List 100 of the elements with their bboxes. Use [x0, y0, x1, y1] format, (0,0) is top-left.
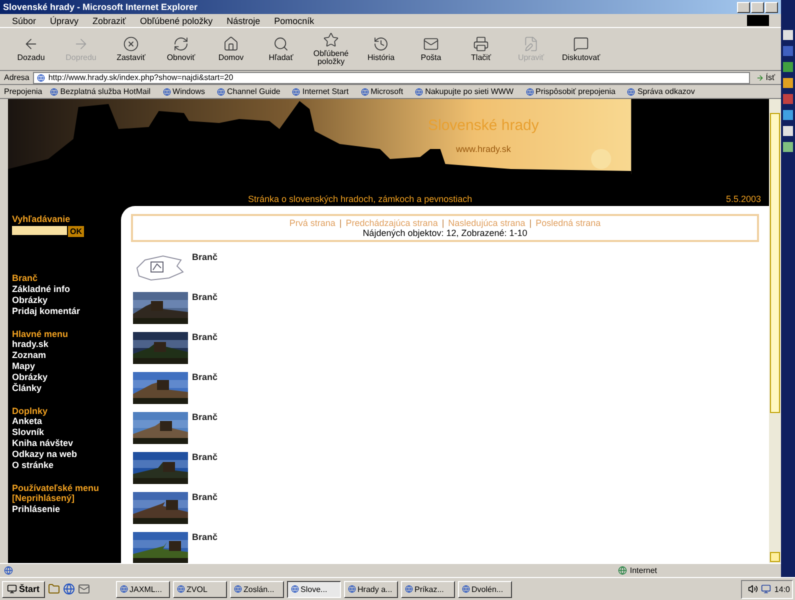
- sidebar-link[interactable]: Pridaj komentár: [12, 306, 117, 317]
- site-title: Slovenské hrady: [428, 117, 539, 134]
- search-field[interactable]: [12, 226, 67, 235]
- result-link[interactable]: Branč: [192, 252, 218, 262]
- menu-item[interactable]: Úpravy: [50, 16, 79, 26]
- taskbar-window[interactable]: Dvolén...: [458, 580, 512, 598]
- sidebar-link[interactable]: Anketa: [12, 416, 117, 427]
- result-link[interactable]: Branč: [192, 332, 218, 342]
- minimize-button[interactable]: [737, 2, 750, 12]
- menu-heading: Doplnky: [12, 406, 49, 416]
- menu-item[interactable]: Zobraziť: [92, 16, 126, 26]
- page-icon: [292, 88, 300, 96]
- address-label: Adresa: [4, 73, 30, 82]
- result-link[interactable]: Branč: [192, 492, 218, 502]
- window-icon: [290, 585, 299, 593]
- toolbar-button[interactable]: Zastaviť: [108, 30, 154, 68]
- page-icon: [37, 74, 46, 82]
- sidebar-link[interactable]: Obrázky: [12, 295, 117, 306]
- folder-icon[interactable]: [48, 583, 60, 595]
- sidebar-link[interactable]: O stránke: [12, 460, 117, 471]
- sidebar-link[interactable]: Branč: [12, 273, 117, 284]
- sidebar-link[interactable]: hrady.sk: [12, 339, 117, 350]
- toolbar-button[interactable]: Hľadať: [258, 30, 304, 68]
- page-icon: [216, 88, 225, 96]
- sidebar-link[interactable]: Zoznam: [12, 350, 117, 361]
- sidebar-link[interactable]: Základné info: [12, 284, 117, 295]
- menu-item[interactable]: Pomocník: [274, 16, 314, 26]
- maximize-button[interactable]: [751, 2, 764, 12]
- result-link[interactable]: Branč: [192, 292, 218, 302]
- window-icon: [462, 585, 470, 593]
- taskbar-window[interactable]: ZVOL: [172, 580, 227, 598]
- window-icon: [176, 585, 185, 593]
- link-button[interactable]: Bezplatná služba HotMail: [46, 87, 155, 96]
- taskbar-window[interactable]: Slove...: [286, 580, 341, 598]
- star-icon: [323, 32, 339, 48]
- link-button[interactable]: Microsoft: [356, 87, 408, 96]
- result-link[interactable]: Branč: [192, 372, 218, 382]
- globe-icon: [618, 566, 627, 575]
- result-link[interactable]: Branč: [192, 412, 218, 422]
- refresh-icon: [173, 36, 189, 52]
- sidebar-link[interactable]: Odkazy na web: [12, 449, 117, 460]
- forward-arrow-icon: [73, 36, 89, 52]
- toolbar-button[interactable]: Diskutovať: [558, 30, 604, 68]
- toolbar-button[interactable]: Tlačiť: [458, 30, 504, 68]
- menu-heading: Používateľské menu: [12, 483, 100, 493]
- link-button[interactable]: Správa odkazov: [623, 87, 699, 96]
- separator: |: [339, 218, 342, 228]
- taskbar-window[interactable]: JAXML...: [116, 580, 170, 598]
- menu-item[interactable]: Nástroje: [226, 16, 260, 26]
- sidebar-link[interactable]: Kniha návštev: [12, 438, 117, 449]
- speaker-icon[interactable]: [748, 584, 758, 594]
- sidebar-link[interactable]: [Neprihlásený]: [12, 493, 117, 504]
- window-icon: [348, 585, 356, 593]
- clock: 14:0: [774, 584, 790, 594]
- toolbar-button[interactable]: História: [358, 30, 404, 68]
- taskbar-window[interactable]: Zoslán...: [230, 580, 284, 598]
- link-button[interactable]: Prispôsobiť prepojenia: [522, 87, 620, 96]
- go-button[interactable]: Ísť: [754, 73, 777, 82]
- monitor-icon[interactable]: [761, 584, 772, 594]
- browser-icon[interactable]: [62, 583, 75, 595]
- page-icon: [360, 88, 369, 96]
- search-label: Vyhľadávanie: [12, 214, 72, 224]
- chat-icon: [573, 36, 589, 52]
- result-link[interactable]: Branč: [192, 452, 218, 462]
- mail-icon: [423, 36, 439, 52]
- toolbar-button[interactable]: Dozadu: [8, 30, 54, 68]
- site-url: www.hrady.sk: [456, 144, 511, 154]
- toolbar-button[interactable]: Obľúbené položky: [308, 30, 354, 68]
- scrollbar[interactable]: [769, 99, 781, 563]
- page-icon: [526, 88, 534, 96]
- result-link[interactable]: Branč: [192, 532, 218, 542]
- link-button[interactable]: Windows: [158, 87, 209, 96]
- ok-button[interactable]: OK: [68, 226, 84, 237]
- tagline: Stránka o slovenských hradoch, zámkoch a pevnostiach: [248, 194, 472, 204]
- sidebar-link[interactable]: Slovník: [12, 427, 117, 438]
- link-button[interactable]: Nakupujte po sieti WWW: [411, 87, 518, 96]
- taskbar-window[interactable]: Príkaz...: [400, 580, 455, 598]
- result-summary: Nájdených objektov: 12, Zobrazené: 1-10: [362, 228, 528, 238]
- start-button[interactable]: Štart: [2, 580, 45, 598]
- sidebar-link[interactable]: Články: [12, 383, 117, 394]
- links-label: Prepojenia: [4, 87, 42, 96]
- toolbar-button[interactable]: Domov: [208, 30, 254, 68]
- window-title: Slovenské hrady - Microsoft Internet Explorer: [3, 2, 198, 12]
- sidebar-link[interactable]: Obrázky: [12, 372, 117, 383]
- toolbar-button[interactable]: Pošta: [408, 30, 454, 68]
- toolbar-button[interactable]: Obnoviť: [158, 30, 204, 68]
- menu-item[interactable]: Súbor: [12, 16, 36, 26]
- sidebar-link[interactable]: Prihlásenie: [12, 504, 117, 515]
- taskbar-window[interactable]: Hrady a...: [344, 580, 398, 598]
- date: 5.5.2003: [726, 194, 761, 204]
- edit-icon: [523, 36, 539, 52]
- link-button[interactable]: Channel Guide: [212, 87, 284, 96]
- mail-icon[interactable]: [78, 583, 90, 595]
- close-button[interactable]: [765, 2, 778, 12]
- stop-icon: [123, 36, 139, 52]
- page-icon: [415, 88, 424, 96]
- sidebar-link[interactable]: Mapy: [12, 361, 117, 372]
- link-button[interactable]: Internet Start: [288, 87, 353, 96]
- menu-item[interactable]: Obľúbené položky: [140, 16, 213, 26]
- address-field[interactable]: http://www.hrady.sk/index.php?show=najdi&start=20: [33, 72, 750, 84]
